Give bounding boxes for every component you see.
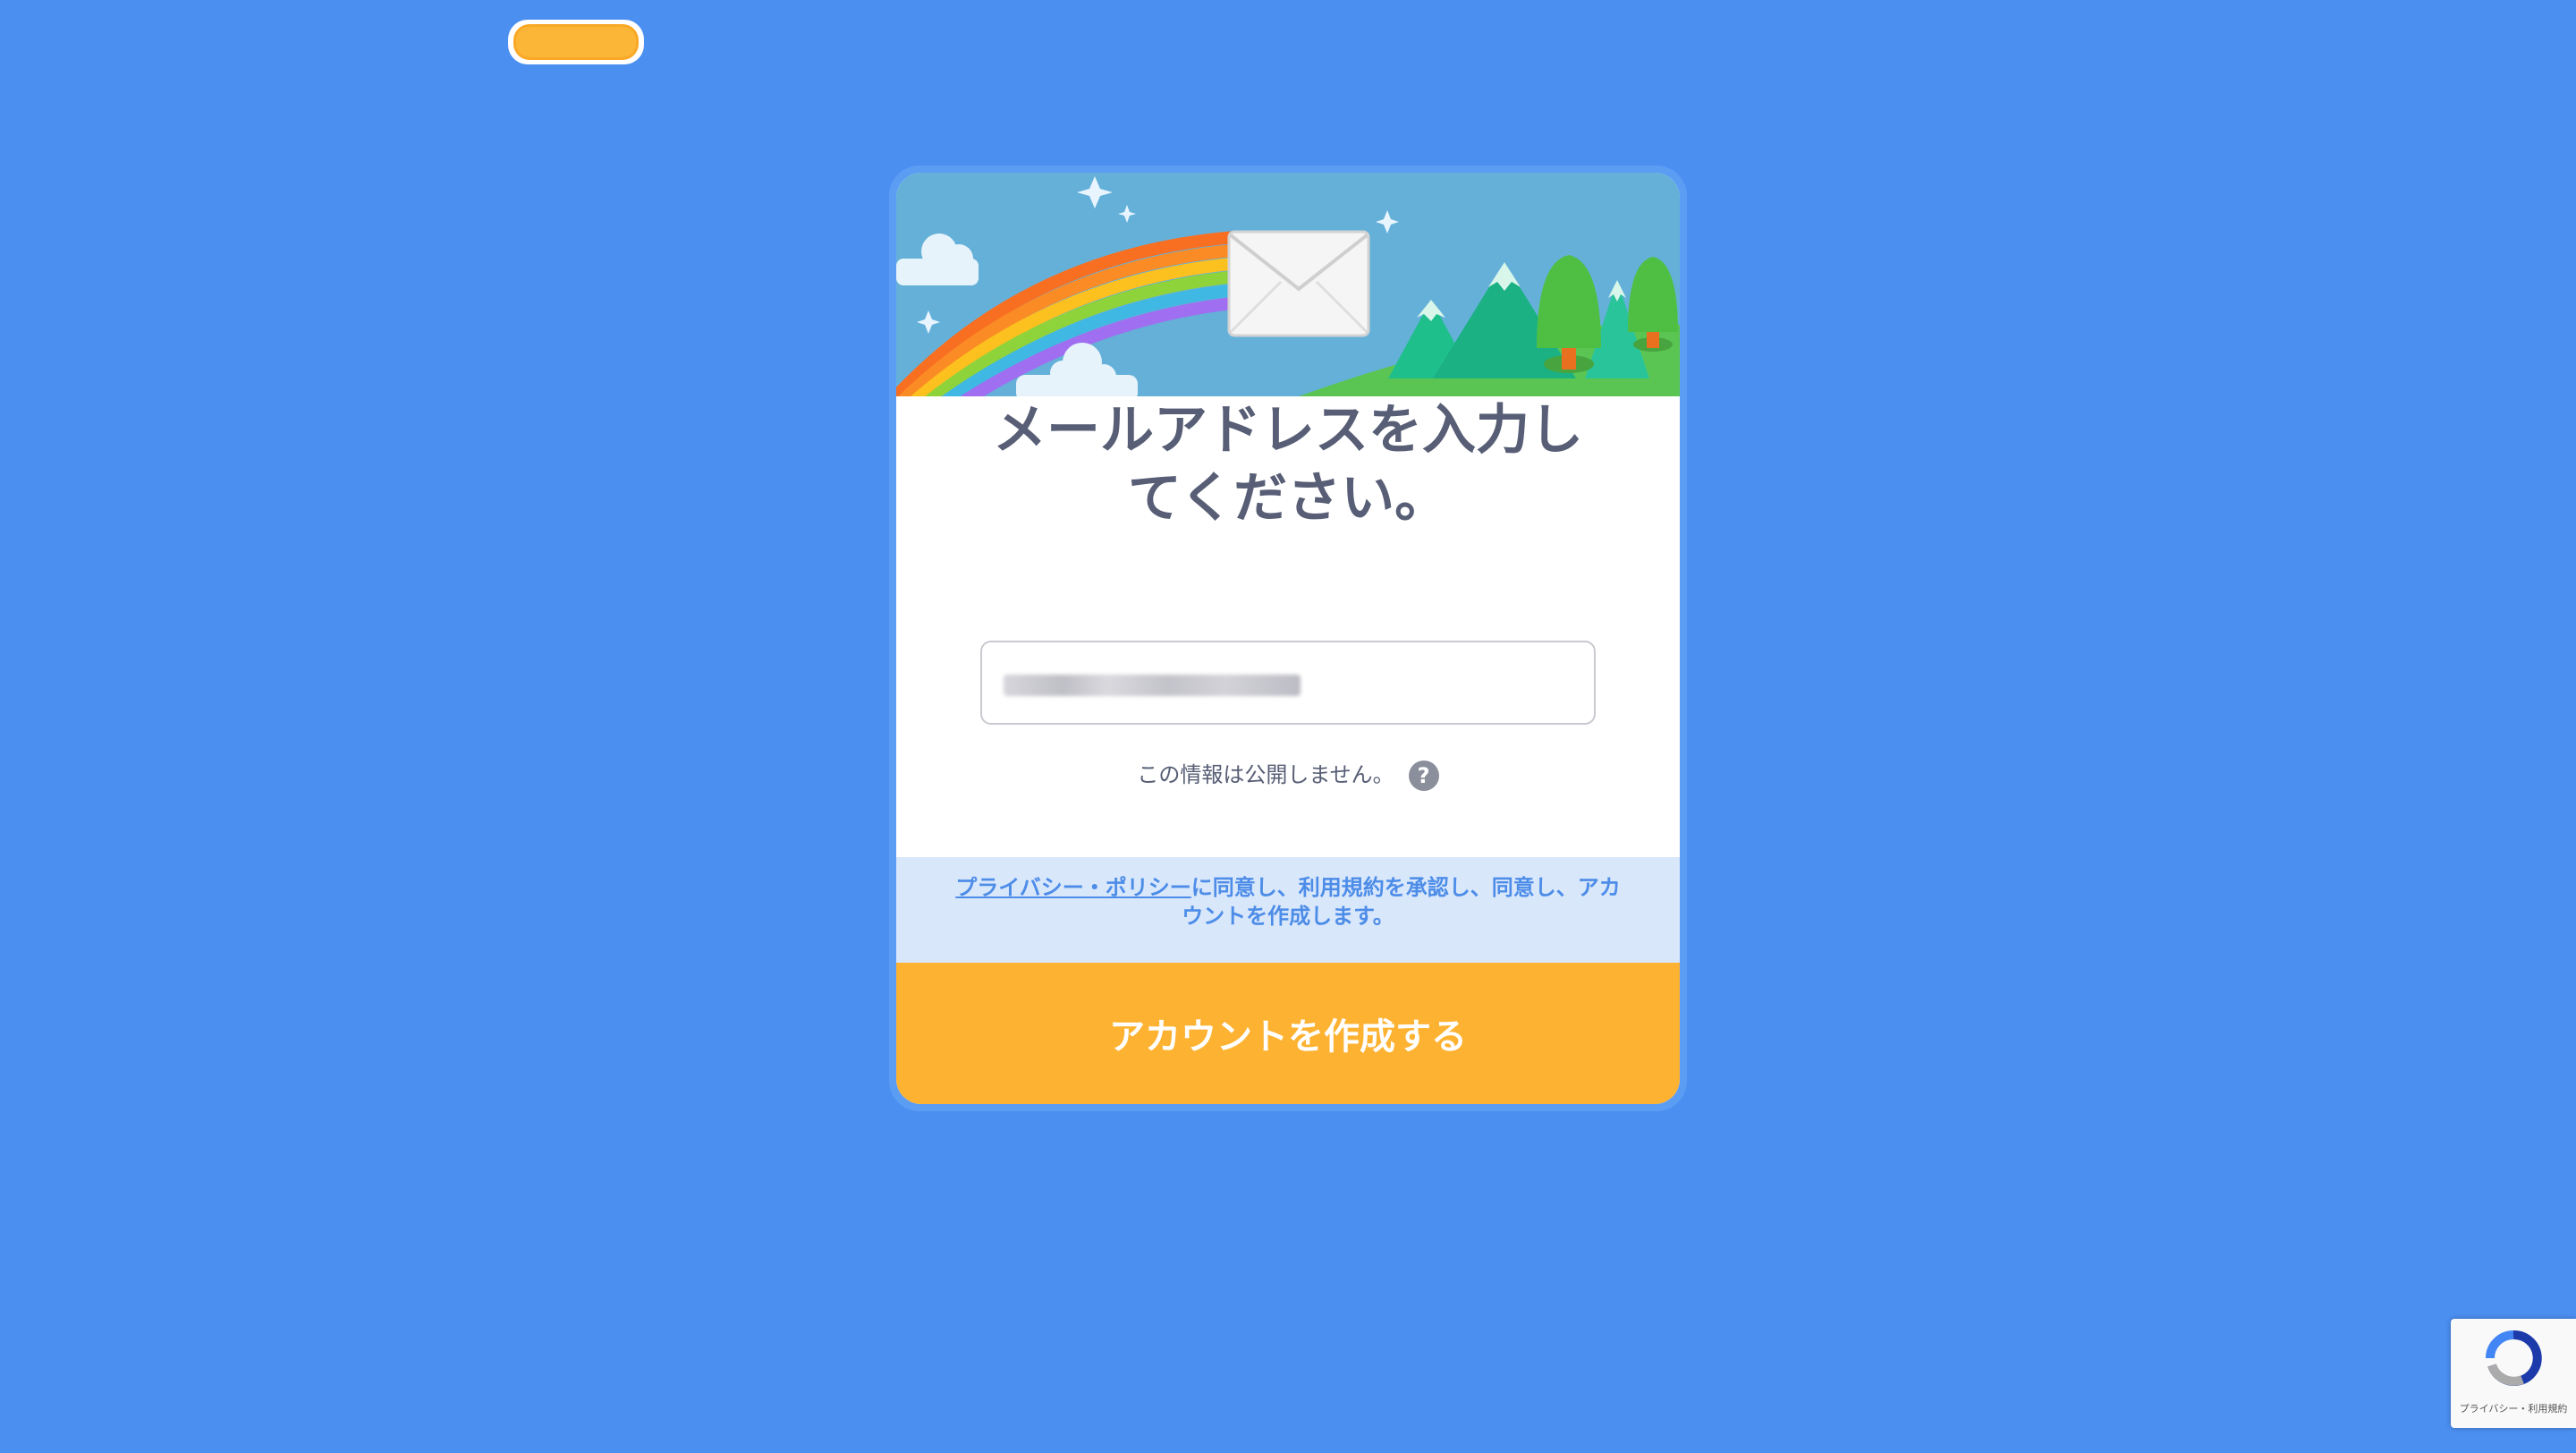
terms-band: プライバシー・ポリシーに同意し、利用規約を承認し、同意し、アカウントを作成します… [896,857,1680,963]
terms-of-use-link[interactable]: 利用規約 [1299,875,1385,900]
recaptcha-badge[interactable]: プライバシー・利用規約 [2451,1319,2576,1428]
signup-modal: メールアドレスを入力し てください。 この情報は公開しません。? プライバシー・… [889,166,1687,1111]
recaptcha-label[interactable]: プライバシー・利用規約 [2451,1401,2576,1415]
title-line-2: てください。 [1127,467,1449,530]
privacy-note: この情報は公開しません。? [896,759,1680,791]
email-field[interactable] [980,641,1596,725]
envelope-icon [1227,230,1370,337]
modal-body: メールアドレスを入力し てください。 この情報は公開しません。? プライバシー・… [896,173,1680,1104]
create-account-button[interactable]: アカウントを作成する [896,963,1680,1104]
help-icon[interactable]: ? [1408,760,1439,791]
page: メールアドレスを入力し てください。 この情報は公開しません。? プライバシー・… [0,0,2576,1453]
privacy-policy-link[interactable]: プライバシー・ポリシー [955,875,1191,900]
recaptcha-icon [2486,1330,2542,1386]
redacted-email-value [1004,675,1301,696]
rainbow-envelope-banner [896,173,1680,396]
terms-text-mid: に同意し、 [1191,875,1299,900]
privacy-note-text: この情報は公開しません。 [1137,762,1394,787]
scratch-logo[interactable] [506,16,646,68]
page-title: メールアドレスを入力し てください。 [896,396,1680,532]
title-line-1: メールアドレスを入力し [993,399,1583,462]
